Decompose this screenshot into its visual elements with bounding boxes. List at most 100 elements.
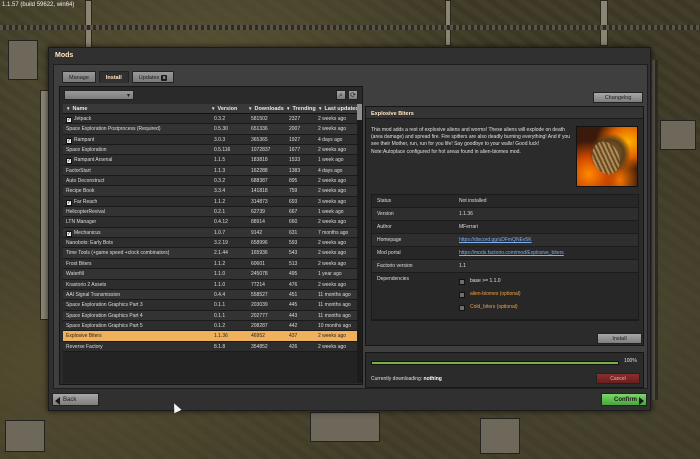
table-row[interactable]: Waterfill 1.1.0 245078 495 1 year ago — [63, 269, 359, 280]
cell-trending: 667 — [289, 209, 298, 216]
cell-version: 1.1.0 — [214, 281, 226, 288]
cell-downloads: 245078 — [251, 271, 268, 278]
cell-name: Space Exploration — [66, 147, 107, 154]
table-row[interactable]: Space Exploration Graphics Part 4 0.1.1 20… — [63, 310, 359, 321]
inner-frame: Manage Install Updates 6 ▾ ⌕ ⟳ ▼ Name ▼ Ver… — [53, 64, 648, 389]
cell-downloads: 62739 — [251, 209, 265, 216]
table-row[interactable]: Nanobots: Early Bots 3.2.19 658996 593 2 wee… — [63, 238, 359, 249]
cell-updated: 11 months ago — [318, 291, 351, 298]
changelog-button[interactable]: Changelog — [593, 92, 643, 103]
header-downloads[interactable]: ▼ Downloads — [245, 104, 284, 113]
tab-install[interactable]: Install — [98, 71, 129, 83]
cell-name: Space Exploration Graphics Part 3 — [66, 302, 143, 309]
cell-trending: 476 — [289, 281, 298, 288]
info-row-author: Author MFerrari — [372, 221, 638, 234]
install-button[interactable]: Install — [597, 333, 642, 344]
mod-list-panel: ▾ ⌕ ⟳ ▼ Name ▼ Version ▼ Downloads ▼ Trendin… — [59, 86, 363, 385]
tab-manage[interactable]: Manage — [62, 71, 96, 83]
detail-title: Explosive Biters — [371, 111, 414, 117]
download-percent: 100% — [624, 358, 637, 364]
table-row[interactable]: AAI Signal Transmission 0.4.4 558527 451 11 … — [63, 289, 359, 301]
scrollbar-thumb[interactable] — [357, 104, 362, 120]
header-last-updated[interactable]: ▼ Last updated — [315, 104, 359, 113]
mod-info-table: Status Not installed Version 1.1.36 Author… — [371, 194, 639, 321]
cell-trending: 2327 — [289, 116, 301, 122]
table-row[interactable]: Auto Deconstruct 0.3.2 688387 895 2 weeks ag… — [63, 176, 359, 187]
table-row[interactable]: ✓ Jetpack 0.3.2 581502 2327 2 weeks ago — [63, 114, 359, 125]
table-row[interactable]: Recipe Book 3.3.4 141818 759 2 weeks ago — [63, 186, 359, 197]
cell-version: 0.1.2 — [214, 322, 226, 329]
cell-downloads: 9142 — [251, 229, 263, 236]
table-scrollbar[interactable] — [357, 104, 362, 383]
cell-version: 1.1.36 — [214, 333, 228, 340]
cell-updated: 2 weeks ago — [318, 147, 347, 154]
cell-downloads: 141818 — [251, 188, 268, 195]
table-row[interactable]: Krastorio 2 Assets 1.1.0 77214 476 2 weeks a… — [63, 279, 359, 290]
cell-name: Reverse Factory — [66, 343, 103, 350]
cell-updated: 11 months ago — [318, 312, 351, 319]
cell-version: 0.1.1 — [214, 302, 226, 309]
cancel-button[interactable]: Cancel — [596, 373, 640, 384]
cell-name: Frost Biters — [66, 260, 92, 267]
cell-updated: 2 weeks ago — [318, 343, 347, 350]
refresh-icon: ⟳ — [350, 92, 356, 99]
filter-dropdown[interactable]: ▾ — [64, 90, 134, 100]
cell-trending: 2007 — [289, 126, 301, 133]
table-row[interactable]: Explosive Biters 1.1.36 46952 437 2 weeks ag… — [63, 331, 359, 342]
table-row[interactable]: Space Exploration Graphics Part 5 0.1.2 20… — [63, 320, 359, 332]
cell-trending: 426 — [289, 343, 298, 350]
cell-updated: 2 weeks ago — [318, 333, 347, 340]
refresh-button[interactable]: ⟳ — [348, 90, 358, 100]
cell-downloads: 202777 — [251, 312, 268, 319]
header-trending[interactable]: ▼ Trending — [283, 104, 316, 113]
back-button[interactable]: Back — [52, 393, 99, 406]
cell-updated: 2 weeks ago — [318, 126, 347, 133]
cell-updated: 1 week ago — [318, 157, 344, 164]
cell-downloads: 365365 — [251, 136, 268, 143]
cell-updated: 2 weeks ago — [318, 260, 347, 267]
table-row[interactable]: Space Exploration Graphics Part 3 0.1.1 20… — [63, 300, 359, 311]
homepage-link[interactable]: https://discord.gg/uDFmQNEv5K — [456, 234, 638, 246]
table-row[interactable]: Frost Biters 1.1.2 60601 513 2 weeks ago — [63, 258, 359, 270]
mod-portal-link[interactable]: https://mods.factorio.com/mod/Explosive_… — [456, 247, 638, 259]
table-row[interactable]: HelicopterRevival 0.2.1 62739 667 1 week ago — [63, 207, 359, 218]
table-row[interactable]: Space Exploration 0.5.116 1072837 1677 2 wee… — [63, 145, 359, 156]
cell-trending: 437 — [289, 333, 298, 340]
table-row[interactable]: Time Tools (+game speed +clock combinato… — [63, 248, 359, 259]
cell-downloads: 183818 — [251, 157, 268, 164]
checkbox-icon — [459, 291, 465, 298]
header-version[interactable]: ▼ Version — [208, 104, 245, 113]
checkmark-icon: ✓ — [66, 137, 72, 144]
cell-updated: 2 weeks ago — [318, 116, 347, 122]
updates-count-badge: 6 — [161, 74, 168, 81]
table-row[interactable]: ✓ Mechanicus 1.0.7 9142 631 7 months ago — [63, 227, 359, 239]
cell-trending: 543 — [289, 250, 298, 257]
tab-updates[interactable]: Updates 6 — [131, 71, 175, 83]
cell-version: 1.1.2 — [214, 260, 226, 267]
cell-trending: 895 — [289, 178, 298, 185]
table-row[interactable]: LTN Manager 0.4.12 88914 660 2 weeks ago — [63, 217, 359, 228]
table-row[interactable]: Reverse Factory 8.1.8 354852 426 2 weeks ago — [63, 341, 359, 352]
cell-name: Space Exploration Graphics Part 5 — [66, 322, 143, 329]
cell-name: FactorStart — [66, 167, 91, 174]
cell-trending: 631 — [289, 229, 298, 236]
header-name[interactable]: ▼ Name — [63, 104, 208, 113]
cell-name: ✓ Jetpack — [66, 116, 92, 123]
cell-version: 3.0.3 — [214, 136, 226, 143]
table-row[interactable]: ✓ Rampant Arsenal 1.1.5 183818 1533 1 week ag… — [63, 155, 359, 166]
cell-trending: 693 — [289, 198, 298, 205]
cell-trending: 513 — [289, 260, 298, 267]
checkbox-icon — [459, 278, 465, 285]
confirm-button[interactable]: Confirm — [601, 393, 647, 406]
search-button[interactable]: ⌕ — [336, 90, 346, 100]
cell-downloads: 162288 — [251, 167, 268, 174]
cell-name: Nanobots: Early Bots — [66, 240, 113, 247]
cell-downloads: 354852 — [251, 343, 268, 350]
table-row[interactable]: Space Exploration Postprocess (Required)… — [63, 124, 359, 135]
cell-downloads: 208287 — [251, 322, 268, 329]
table-row[interactable]: ✓ Far Reach 1.1.2 314873 693 3 weeks ago — [63, 196, 359, 208]
table-row[interactable]: FactorStart 1.1.3 162288 1383 4 days ago — [63, 165, 359, 177]
cell-downloads: 88914 — [251, 219, 265, 226]
table-row[interactable]: ✓ Rampant 3.0.3 365365 1927 4 days ago — [63, 134, 359, 146]
cell-name: Krastorio 2 Assets — [66, 281, 107, 288]
